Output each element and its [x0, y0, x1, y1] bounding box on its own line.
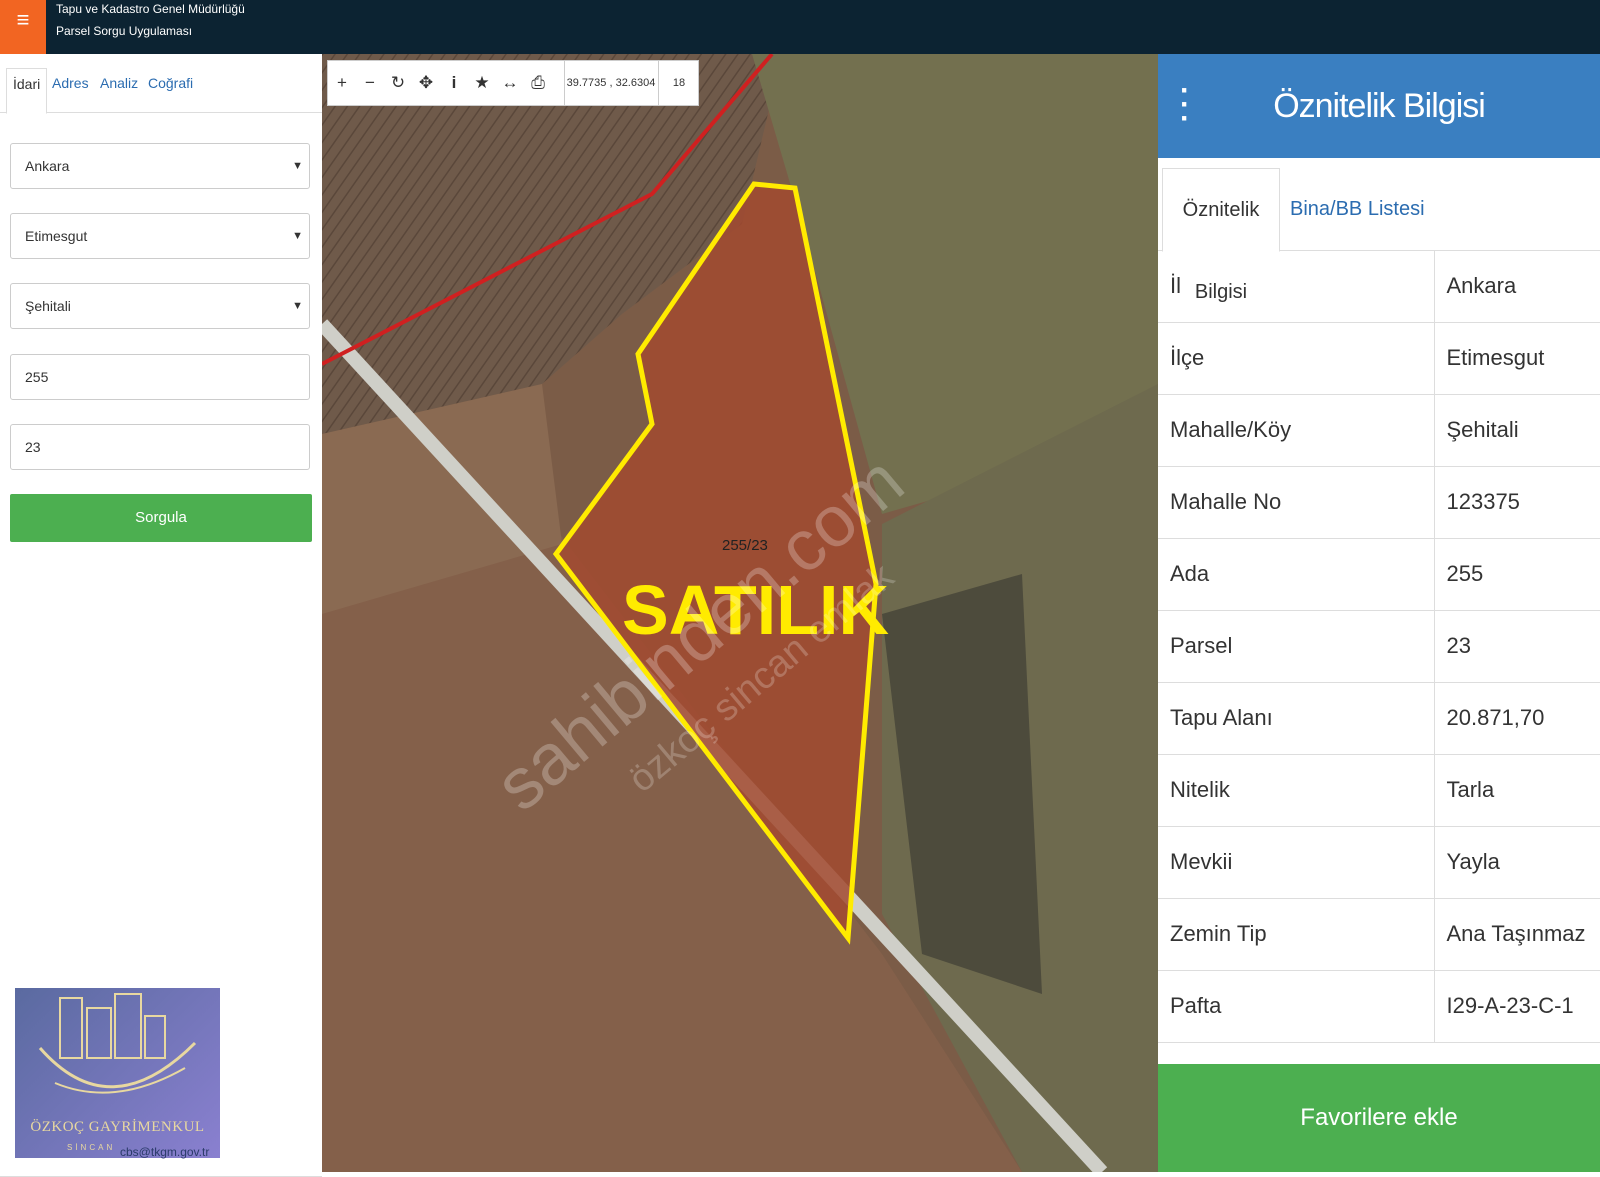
table-row: Tapu Alanı 20.871,70: [1158, 682, 1600, 755]
table-row: Mevkii Yayla: [1158, 826, 1600, 899]
attribute-panel: · · · Öznitelik Bilgisi Öznitelik Bilgisi …: [1158, 54, 1600, 1172]
hamburger-icon[interactable]: ≡: [0, 0, 46, 54]
attr-key: Tapu Alanı: [1158, 682, 1435, 755]
table-row: İlçe Etimesgut: [1158, 322, 1600, 395]
attr-value: 255: [1434, 538, 1600, 611]
zoom-level: 18: [658, 61, 699, 105]
attr-key: Nitelik: [1158, 754, 1435, 827]
chevron-down-icon: ▼: [292, 230, 303, 242]
attr-value: Yayla: [1434, 826, 1600, 899]
map-view[interactable]: 255/23 SATILIK sahibinden.com özkoç sinc…: [322, 54, 1158, 1172]
attr-key: Ada: [1158, 538, 1435, 611]
attr-key: İl: [1158, 250, 1435, 323]
app-title: Tapu ve Kadastro Genel Müdürlüğü Parsel …: [56, 0, 245, 42]
attr-key: Mahalle/Köy: [1158, 394, 1435, 467]
sidebar-tabs: İdari Adres Analiz Coğrafi: [0, 54, 322, 114]
ilce-select-value: Etimesgut: [25, 228, 88, 244]
coordinate-readout: 39.7735 , 32.6304: [564, 61, 657, 105]
ilce-select[interactable]: Etimesgut ▼: [10, 213, 310, 259]
tab-adres[interactable]: Adres: [52, 68, 89, 112]
attr-key: Zemin Tip: [1158, 898, 1435, 971]
attr-value: Ana Taşınmaz: [1434, 898, 1600, 971]
attribute-table: İl Ankara İlçe Etimesgut Mahalle/Köy Şehita…: [1158, 250, 1600, 1043]
app-title-line2: Parsel Sorgu Uygulaması: [56, 24, 193, 38]
tab-idari[interactable]: İdari: [6, 68, 48, 114]
app-title-line1: Tapu ve Kadastro Genel Müdürlüğü: [56, 2, 245, 16]
logo-sub: SİNCAN: [67, 1143, 116, 1152]
print-icon[interactable]: ⎙: [524, 61, 552, 105]
attribute-title: Öznitelik Bilgisi: [1273, 87, 1486, 125]
table-row: Parsel 23: [1158, 610, 1600, 683]
ada-input[interactable]: 255: [10, 354, 310, 400]
table-row: İl Ankara: [1158, 250, 1600, 323]
tab-analiz[interactable]: Analiz: [100, 68, 138, 112]
attr-key: Pafta: [1158, 970, 1435, 1043]
sorgula-button[interactable]: Sorgula: [10, 494, 312, 542]
attr-value: Şehitali: [1434, 394, 1600, 467]
locate-icon[interactable]: ✥: [412, 61, 440, 105]
refresh-icon[interactable]: ↻: [384, 61, 412, 105]
ada-input-value: 255: [25, 369, 49, 385]
attr-value: 123375: [1434, 466, 1600, 539]
attr-value: I29-A-23-C-1: [1434, 970, 1600, 1043]
attribute-header: · · · Öznitelik Bilgisi: [1158, 54, 1600, 158]
attr-key: Parsel: [1158, 610, 1435, 683]
tab-cografi[interactable]: Coğrafi: [148, 68, 193, 112]
attr-value: 23: [1434, 610, 1600, 683]
mahalle-select[interactable]: Şehitali ▼: [10, 283, 310, 329]
table-row: Mahalle No 123375: [1158, 466, 1600, 539]
top-bar: ≡ Tapu ve Kadastro Genel Müdürlüğü Parse…: [0, 0, 1600, 54]
tab-bina-bb-listesi[interactable]: Bina/BB Listesi: [1290, 168, 1425, 250]
star-icon[interactable]: ★: [468, 61, 496, 105]
logo-name: ÖZKOÇ GAYRİMENKUL: [30, 1119, 205, 1135]
zoom-in-icon[interactable]: +: [328, 61, 356, 105]
table-row: Zemin Tip Ana Taşınmaz: [1158, 898, 1600, 971]
attr-key: İlçe: [1158, 322, 1435, 395]
il-select[interactable]: Ankara ▼: [10, 143, 310, 189]
table-row: Nitelik Tarla: [1158, 754, 1600, 827]
il-select-value: Ankara: [25, 158, 70, 174]
attr-value: Tarla: [1434, 754, 1600, 827]
parsel-input-value: 23: [25, 439, 41, 455]
table-row: Pafta I29-A-23-C-1: [1158, 970, 1600, 1043]
attribute-tabs: Öznitelik Bilgisi Bina/BB Listesi: [1158, 158, 1600, 303]
map-toolbar: + − ↻ ✥ i ★ ↔ ⎙ 39.7735 , 32.6304 18: [327, 60, 699, 106]
chevron-down-icon: ▼: [292, 160, 303, 172]
chevron-down-icon: ▼: [292, 300, 303, 312]
table-row: Mahalle/Köy Şehitali: [1158, 394, 1600, 467]
company-logo: ÖZKOÇ GAYRİMENKUL SİNCAN: [15, 988, 220, 1158]
add-favorite-button[interactable]: Favorilere ekle: [1158, 1064, 1600, 1172]
mahalle-select-value: Şehitali: [25, 298, 71, 314]
attr-value: Ankara: [1434, 250, 1600, 323]
footer-email-link[interactable]: cbs@tkgm.gov.tr: [120, 1145, 209, 1159]
attr-key: Mevkii: [1158, 826, 1435, 899]
satellite-map: 255/23 SATILIK sahibinden.com özkoç sinc…: [322, 54, 1158, 1172]
attr-value: Etimesgut: [1434, 322, 1600, 395]
zoom-out-icon[interactable]: −: [356, 61, 384, 105]
parsel-input[interactable]: 23: [10, 424, 310, 470]
attr-value: 20.871,70: [1434, 682, 1600, 755]
table-row: Ada 255: [1158, 538, 1600, 611]
attr-key: Mahalle No: [1158, 466, 1435, 539]
info-icon[interactable]: i: [440, 61, 468, 105]
tab-oznitelik-bilgisi[interactable]: Öznitelik Bilgisi: [1162, 168, 1280, 303]
measure-icon[interactable]: ↔: [496, 61, 524, 105]
